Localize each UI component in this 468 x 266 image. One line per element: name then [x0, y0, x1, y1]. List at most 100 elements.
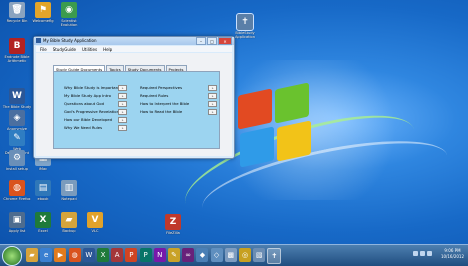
doc-item-label: Questions about God — [64, 101, 105, 106]
word-doc-1-icon: W — [9, 88, 25, 104]
taskbar-paint-icon[interactable]: ✎ — [168, 248, 180, 262]
scientist-icon: ◉ — [61, 2, 77, 18]
taskbar-onenote-icon[interactable]: N — [153, 248, 166, 262]
tray-volume-icon[interactable] — [427, 251, 432, 256]
doc-item-row: How to Read the Bible — [140, 109, 182, 114]
window-controls: – □ ✕ — [195, 37, 232, 45]
doc-item-row: Required Rules — [140, 93, 168, 98]
firefox-icon: ◍ — [9, 180, 25, 196]
taskbar-tool3-icon[interactable]: ▩ — [224, 248, 237, 262]
doc-item-label: Required Perspectives — [140, 85, 183, 90]
desktop-icon-bible-study-app[interactable]: ✝ BibleStudy Application — [230, 13, 260, 39]
start-button[interactable] — [2, 246, 22, 266]
taskbar-ie-icon[interactable]: e — [40, 248, 53, 262]
welcomeflag-icon: ⚑ — [35, 2, 51, 18]
tool-icon-icon: ✎ — [9, 130, 25, 146]
filezilla-icon: Z — [165, 214, 181, 230]
doc-item-row: God's Progressive Revelation — [64, 109, 119, 114]
open-right-3-button[interactable]: » — [208, 108, 217, 115]
system-tray — [413, 251, 432, 256]
taskbar-firefox-icon[interactable]: ◍ — [68, 248, 81, 262]
desktop-icon-label: iMac — [38, 167, 48, 171]
open-left-0-button[interactable]: » — [118, 84, 127, 91]
doc-item-row: Why We Need Rules — [64, 125, 102, 130]
clock-date: 10/16/2012 — [440, 254, 464, 259]
desktop-icon-filezilla[interactable]: Z FileZilla — [158, 214, 188, 235]
title-bar[interactable]: My Bible Study Application – □ ✕ — [34, 37, 234, 45]
taskbar-vs-icon[interactable]: ∞ — [182, 248, 195, 262]
open-left-5-button[interactable]: » — [118, 124, 127, 131]
desktop-icon-word-doc-1[interactable]: W The Bible Study — [2, 88, 32, 109]
open-left-4-button[interactable]: » — [118, 116, 127, 123]
windows-logo-red — [238, 88, 272, 130]
bible-study-app-icon: ✝ — [236, 13, 254, 31]
open-right-2-button[interactable]: » — [208, 100, 217, 107]
open-left-2-button[interactable]: » — [118, 100, 127, 107]
excel-icon: X — [35, 212, 51, 228]
desktop-icon-label: FileZilla — [166, 231, 180, 235]
taskbar-word-icon[interactable]: W — [82, 248, 95, 262]
doc-item-label: God's Progressive Revelation — [64, 109, 119, 114]
desktop-icon-label: VLC — [91, 229, 99, 233]
doc-icon-icon: ▣ — [9, 212, 25, 228]
taskbar-publisher-icon[interactable]: P — [139, 248, 152, 262]
folder-icon: ▰ — [61, 212, 77, 228]
desktop-icon-label: Scientist Evolution — [60, 19, 78, 28]
taskbar-tool5-icon[interactable]: ▧ — [253, 248, 266, 262]
menu-bar: File StudyGuide Utilities Help — [36, 46, 232, 52]
open-left-3-button[interactable]: » — [118, 108, 127, 115]
taskbar-excel-icon[interactable]: X — [97, 248, 109, 262]
bible-study-window: My Bible Study Application – □ ✕ File St… — [33, 36, 235, 159]
windows-logo-yellow — [277, 120, 311, 162]
doc-item-label: How to Interpret the Bible — [140, 101, 190, 106]
taskbar-tool2-icon[interactable]: ◇ — [210, 248, 223, 262]
doc-item-label: Why Bible Study is Important — [64, 85, 120, 90]
taskbar: ▰ e ▶ ◍ W X A P P N ✎ ∞ ◆ ◇ ▩ ◎ ▧ ✝ 9:06 PM 10/16/2012 — [0, 244, 468, 266]
menu-studyguide[interactable]: StudyGuide — [53, 47, 76, 52]
notepad-icon: ▥ — [61, 180, 77, 196]
doc-item-label: My Bible Study App Intro — [64, 93, 112, 98]
tray-flag-icon[interactable] — [413, 251, 418, 256]
client-area: Study Guide Documents Topics Study Docum… — [36, 53, 232, 156]
window-title: My Bible Study Application — [43, 38, 97, 43]
desktop-icon-label: Endnote Bible Arithmetic — [4, 55, 30, 64]
open-right-1-button[interactable]: » — [208, 92, 217, 99]
doc-item-row: Questions about God — [64, 101, 104, 106]
doc-item-row: Required Perspectives — [140, 85, 182, 90]
doc-item-row: Why Bible Study is Important — [64, 85, 120, 90]
taskbar-access-icon[interactable]: A — [111, 248, 124, 262]
desktop-icon-notepad[interactable]: ▥ Notepad — [54, 180, 84, 201]
clock[interactable]: 9:06 PM 10/16/2012 — [441, 248, 464, 260]
desktop-icon-scientist[interactable]: ◉ Scientist Evolution — [54, 2, 84, 27]
study-guide-panel: Why Bible Study is Important» My Bible St… — [53, 71, 220, 149]
doc-item-label: Required Rules — [140, 93, 169, 98]
doc-item-label: How to Read the Bible — [140, 109, 183, 114]
maximize-button[interactable]: □ — [207, 37, 217, 45]
recycle-bin-icon: 🗑 — [9, 2, 25, 18]
menu-utilities[interactable]: Utilities — [82, 47, 97, 52]
app-icon — [36, 38, 41, 43]
windows-logo-green — [275, 82, 309, 124]
endnote-icon: B — [9, 38, 25, 54]
taskbar-tool1-icon[interactable]: ◆ — [196, 248, 209, 262]
minimize-button[interactable]: – — [196, 37, 206, 45]
doc-item-row: My Bible Study App Intro — [64, 93, 111, 98]
taskbar-explorer-icon[interactable]: ▰ — [26, 248, 38, 262]
desktop-icon-endnote[interactable]: B Endnote Bible Arithmetic — [2, 38, 32, 63]
desktop-icon-vlc[interactable]: V VLC — [80, 212, 110, 233]
open-left-1-button[interactable]: » — [118, 92, 127, 99]
taskbar-media-icon[interactable]: ▶ — [54, 248, 67, 262]
close-button[interactable]: ✕ — [218, 37, 232, 45]
ebook-icon: ▤ — [35, 180, 51, 196]
menu-help[interactable]: Help — [103, 47, 112, 52]
desktop-icon-app-icon[interactable]: ◈ Anonymize — [2, 110, 32, 131]
tray-network-icon[interactable] — [420, 251, 425, 256]
desktop-icon-label: Notepad — [61, 197, 77, 201]
taskbar-bible-app-icon[interactable]: ✝ — [267, 248, 282, 264]
menu-file[interactable]: File — [40, 47, 47, 52]
taskbar-powerpoint-icon[interactable]: P — [125, 248, 138, 262]
taskbar-tool4-icon[interactable]: ◎ — [239, 248, 251, 262]
windows-logo-blue — [240, 126, 274, 168]
open-right-0-button[interactable]: » — [208, 84, 217, 91]
desktop-icon-label: The Bible Study — [2, 105, 32, 109]
